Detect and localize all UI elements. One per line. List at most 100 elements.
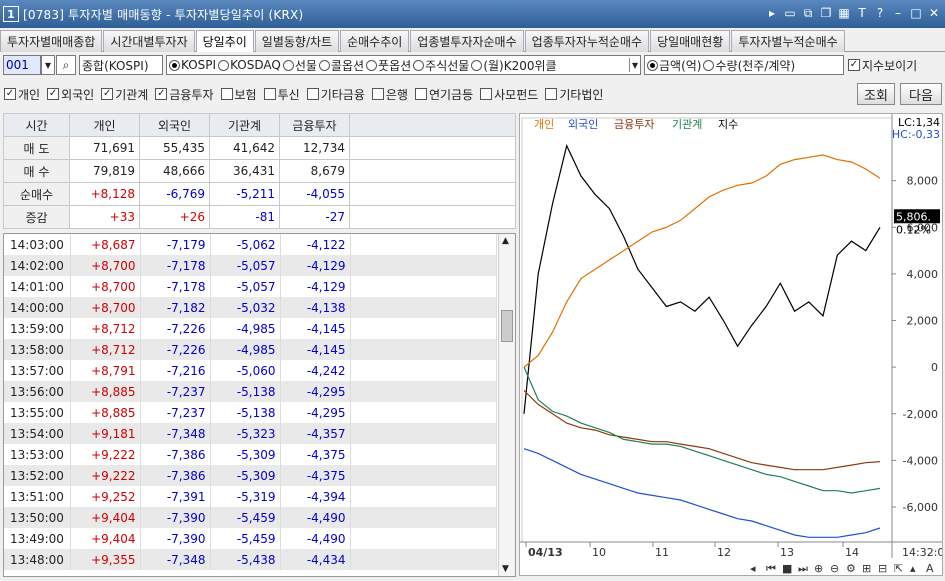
row-value: -5,309 xyxy=(210,444,281,465)
investor-checkbox-2[interactable]: ✓ 외국인 xyxy=(47,86,94,103)
minimize-icon[interactable]: – xyxy=(891,5,905,21)
query-button[interactable]: 조회 xyxy=(857,83,895,105)
row-value: -7,390 xyxy=(140,507,211,528)
investor-checkbox-3[interactable]: ✓ 기관계 xyxy=(101,86,148,103)
layout-icon[interactable]: ⊟ xyxy=(878,562,887,575)
market-radio-label: 풋옵션 xyxy=(378,58,412,73)
investor-checkbox-8[interactable]: 은행 xyxy=(371,86,408,103)
tab-5[interactable]: 순매수추이 xyxy=(340,30,410,52)
vertical-scrollbar[interactable]: ▲ ▼ xyxy=(498,234,515,576)
close-icon[interactable]: ✕ xyxy=(927,5,941,21)
row-value: -5,138 xyxy=(210,402,281,423)
tab-8[interactable]: 당일매매현황 xyxy=(650,30,731,52)
unit-radio-2[interactable]: 수량(천주/계약) xyxy=(703,57,795,74)
zoom-in-icon[interactable]: ⊕ xyxy=(814,562,823,575)
arrow-icon[interactable]: ▴ xyxy=(910,562,916,575)
table-row[interactable]: 13:52:00 +9,222 -7,386 -5,309 -4,375 xyxy=(4,465,497,486)
filter-row: 001 ▾ ⌕ 종합(KOSPI) KOSPI KOSDAQ 선물 콜옵션 풋옵션 주식선… xyxy=(0,53,945,77)
investor-checkbox-10[interactable]: 사모펀드 xyxy=(480,86,538,103)
market-radio-1[interactable]: KOSPI xyxy=(169,58,216,72)
tab-7[interactable]: 업종투자자누적순매수 xyxy=(524,30,650,52)
tab-2[interactable]: 시간대별투자자 xyxy=(103,30,195,52)
text-icon[interactable]: A xyxy=(926,562,934,575)
table-row[interactable]: 13:48:00 +9,355 -7,348 -5,438 -4,434 xyxy=(4,549,497,570)
tab-1[interactable]: 투자자별매매종합 xyxy=(0,30,103,52)
table-row[interactable]: 13:56:00 +8,885 -7,237 -5,138 -4,295 xyxy=(4,381,497,402)
market-radio-7[interactable]: (월)K200위클 xyxy=(471,57,557,74)
market-radio-3[interactable]: 선물 xyxy=(282,57,317,74)
row-value: -4,985 xyxy=(210,318,281,339)
market-radio-4[interactable]: 콜옵션 xyxy=(318,57,364,74)
unit-radio-1[interactable]: 금액(억) xyxy=(647,57,701,74)
row-time: 13:50:00 xyxy=(4,507,71,528)
arrow-right-icon[interactable]: ▸ xyxy=(765,5,779,21)
grid-icon[interactable]: ⊞ xyxy=(862,562,871,575)
tab-3[interactable]: 당일추이 xyxy=(195,30,254,52)
chevron-down-icon[interactable]: ▾ xyxy=(628,58,638,72)
table-row[interactable]: 13:49:00 +9,404 -7,390 -5,459 -4,490 xyxy=(4,528,497,549)
row-value: -4,490 xyxy=(280,528,351,549)
row-value: -4,145 xyxy=(280,339,351,360)
last-icon[interactable]: ⏭ xyxy=(798,562,808,575)
x-tick-label: 04/13 xyxy=(528,546,563,559)
table-row[interactable]: 14:03:00 +8,687 -7,179 -5,062 -4,122 xyxy=(4,234,497,255)
summary-cell: 41,642 xyxy=(209,136,280,160)
row-empty xyxy=(350,234,497,255)
first-icon[interactable]: ⏮ xyxy=(766,562,776,575)
show-index-toggle[interactable]: ✓ 지수보이기 xyxy=(848,57,917,74)
investor-checkbox-7[interactable]: 기타금융 xyxy=(306,86,365,103)
code-input[interactable]: 001 xyxy=(3,55,41,75)
table-row[interactable]: 13:50:00 +9,404 -7,390 -5,459 -4,490 xyxy=(4,507,497,528)
copy-icon[interactable]: ❐ xyxy=(819,5,833,21)
font-icon[interactable]: T xyxy=(855,5,869,21)
row-value: +8,712 xyxy=(70,339,141,360)
radio-dot-icon xyxy=(169,59,180,71)
dropdown-icon[interactable]: ▾ xyxy=(41,55,55,75)
table-row[interactable]: 13:53:00 +9,222 -7,386 -5,309 -4,375 xyxy=(4,444,497,465)
scroll-left-icon[interactable]: ◂ xyxy=(750,562,756,575)
table-row[interactable]: 14:00:00 +8,700 -7,182 -5,032 -4,138 xyxy=(4,297,497,318)
zoom-out-icon[interactable]: ⊖ xyxy=(830,562,839,575)
table-row[interactable]: 14:01:00 +8,700 -7,178 -5,057 -4,129 xyxy=(4,276,497,297)
investor-trend-chart[interactable]: 8,000 6,000 4,000 2,000 0 -2,000 -4,000 -6,000 0… xyxy=(519,113,944,576)
settings-icon[interactable]: ⚙ xyxy=(846,562,856,575)
investor-checkbox-6[interactable]: 투신 xyxy=(263,86,300,103)
window-title: [0783] 투자자별 매매동향 - 투자자별당일추이 (KRX) xyxy=(23,7,304,22)
table-row[interactable]: 13:59:00 +8,712 -7,226 -4,985 -4,145 xyxy=(4,318,497,339)
row-value: -7,237 xyxy=(140,381,211,402)
table-row[interactable]: 13:57:00 +8,791 -7,216 -5,060 -4,242 xyxy=(4,360,497,381)
investor-checkbox-5[interactable]: 보험 xyxy=(220,86,257,103)
investor-checkbox-11[interactable]: 기타법인 xyxy=(545,86,603,103)
tab-9[interactable]: 투자자별누적순매수 xyxy=(731,30,845,52)
market-radio-5[interactable]: 풋옵션 xyxy=(366,57,411,74)
investor-checkbox-9[interactable]: 연기금등 xyxy=(414,86,473,103)
link-icon[interactable]: ⧉ xyxy=(801,5,815,21)
investor-checkbox-1[interactable]: ✓ 개인 xyxy=(4,86,40,103)
help-icon[interactable]: ? xyxy=(873,5,887,21)
investor-label: 기타금융 xyxy=(320,87,365,102)
investor-checkbox-4[interactable]: ✓ 금융투자 xyxy=(155,86,214,103)
table-row[interactable]: 13:55:00 +8,885 -7,237 -5,138 -4,295 xyxy=(4,402,497,423)
tab-6[interactable]: 업종별투자자순매수 xyxy=(410,30,524,52)
row-value: -5,138 xyxy=(210,381,281,402)
table-row[interactable]: 13:51:00 +9,252 -7,391 -5,319 -4,394 xyxy=(4,486,497,507)
row-value: -5,459 xyxy=(210,528,281,549)
market-radio-2[interactable]: KOSDAQ xyxy=(218,58,281,72)
summary-header: 금융투자 xyxy=(279,113,350,137)
select-icon[interactable]: ⇱ xyxy=(894,562,903,575)
maximize-icon[interactable]: □ xyxy=(909,5,923,21)
row-empty xyxy=(350,276,497,297)
market-radio-6[interactable]: 주식선물 xyxy=(413,57,469,74)
tab-4[interactable]: 일별동향/차트 xyxy=(254,30,340,52)
table-row[interactable]: 13:54:00 +9,181 -7,348 -5,323 -4,357 xyxy=(4,423,497,444)
price-pct: 0.12% xyxy=(896,223,931,236)
row-value: -7,237 xyxy=(140,402,211,423)
stop-icon[interactable]: ■ xyxy=(782,562,792,575)
table-row[interactable]: 14:02:00 +8,700 -7,178 -5,057 -4,129 xyxy=(4,255,497,276)
table-row[interactable]: 13:58:00 +8,712 -7,226 -4,985 -4,145 xyxy=(4,339,497,360)
summary-cell-empty xyxy=(349,205,516,229)
next-button[interactable]: 다음 xyxy=(900,83,942,105)
table-icon[interactable]: ▦ xyxy=(837,5,851,21)
search-icon[interactable]: ⌕ xyxy=(56,55,76,75)
memo-icon[interactable]: ▭ xyxy=(783,5,797,21)
